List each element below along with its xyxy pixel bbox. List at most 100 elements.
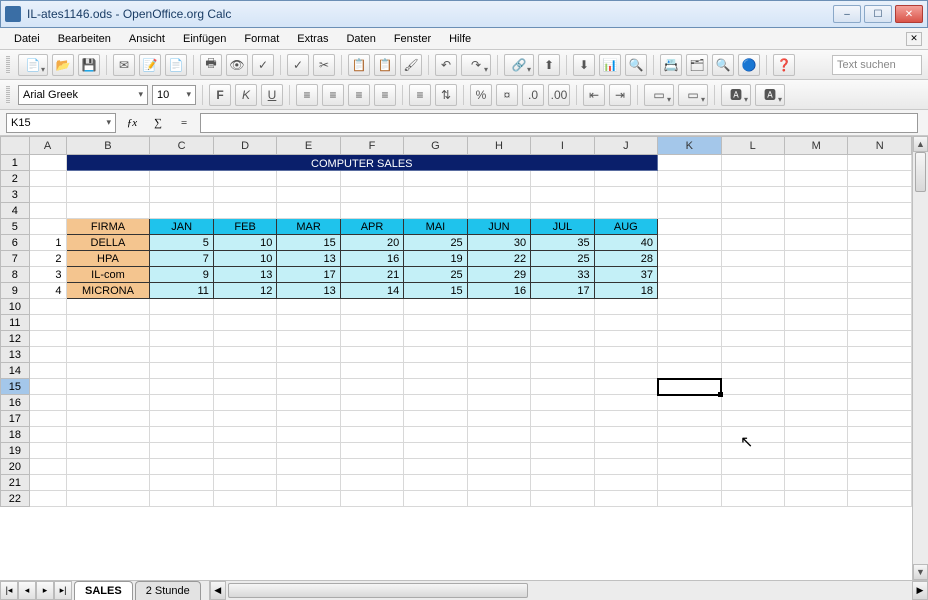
cell[interactable]: JAN [150,219,213,235]
cell[interactable] [213,347,276,363]
cell[interactable] [213,363,276,379]
cell[interactable] [848,379,912,395]
column-header[interactable]: I [531,137,594,155]
cell[interactable] [213,315,276,331]
cell[interactable] [848,155,912,171]
cell[interactable] [404,395,467,411]
cell[interactable] [784,219,847,235]
sheet-tab-2stunde[interactable]: 2 Stunde [135,581,201,600]
cell[interactable] [404,299,467,315]
scroll-down-icon[interactable]: ▼ [913,564,928,580]
cell[interactable] [784,475,847,491]
cell[interactable] [340,379,403,395]
cell[interactable] [658,299,721,315]
cell[interactable] [658,475,721,491]
cell[interactable] [467,171,530,187]
toolbar-button[interactable]: ↶ [435,54,457,76]
toolbar-button[interactable]: 📋 [348,54,370,76]
cell[interactable] [277,171,340,187]
cell[interactable] [594,171,657,187]
cell[interactable] [150,475,213,491]
cell[interactable] [29,155,66,171]
cell[interactable] [848,219,912,235]
cell[interactable] [340,203,403,219]
column-header[interactable]: A [29,137,66,155]
cell[interactable] [340,347,403,363]
cell[interactable] [531,203,594,219]
cell[interactable] [213,443,276,459]
cell[interactable] [340,187,403,203]
cell[interactable] [213,459,276,475]
cell[interactable] [594,491,657,507]
cell[interactable] [277,315,340,331]
italic-button[interactable]: K [235,84,257,106]
cell[interactable] [658,443,721,459]
format-button[interactable]: % [470,84,492,106]
cell[interactable] [150,459,213,475]
format-button[interactable]: 🅰 [721,84,751,106]
cell[interactable] [213,203,276,219]
cell[interactable] [594,379,657,395]
toolbar-button[interactable]: 🖌 [400,54,422,76]
cell[interactable] [150,299,213,315]
cell[interactable] [658,171,721,187]
cell[interactable] [848,267,912,283]
cell[interactable] [784,267,847,283]
row-header[interactable]: 19 [1,443,30,459]
cell[interactable] [29,491,66,507]
cell[interactable] [29,203,66,219]
cell[interactable] [784,379,847,395]
cell[interactable] [594,427,657,443]
cell[interactable] [467,411,530,427]
cell[interactable] [213,299,276,315]
cell[interactable] [848,363,912,379]
cell[interactable] [594,347,657,363]
row-header[interactable]: 2 [1,171,30,187]
row-header[interactable]: 4 [1,203,30,219]
row-header[interactable]: 3 [1,187,30,203]
cell[interactable] [29,219,66,235]
tab-nav-next[interactable]: ▸ [36,581,54,600]
toolbar-button[interactable]: 📂 [52,54,74,76]
cell[interactable]: FIRMA [66,219,150,235]
cell[interactable] [340,443,403,459]
cell[interactable] [467,443,530,459]
cell[interactable] [531,379,594,395]
row-header[interactable]: 17 [1,411,30,427]
column-header[interactable]: B [66,137,150,155]
cell[interactable]: MAR [277,219,340,235]
cell[interactable] [658,427,721,443]
cell[interactable] [277,331,340,347]
document-close-icon[interactable]: ✕ [906,32,922,46]
cell[interactable] [531,427,594,443]
cell[interactable] [277,491,340,507]
cell[interactable] [340,331,403,347]
toolbar-button[interactable]: ✓ [287,54,309,76]
cell[interactable] [340,171,403,187]
cell[interactable] [467,491,530,507]
cell[interactable] [658,203,721,219]
cell[interactable] [848,331,912,347]
cell[interactable] [404,459,467,475]
cell[interactable]: 35 [531,235,594,251]
cell[interactable] [721,491,784,507]
cell[interactable] [277,459,340,475]
cell[interactable] [467,315,530,331]
column-header[interactable]: G [404,137,467,155]
cell[interactable]: 29 [467,267,530,283]
format-button[interactable]: ≡ [409,84,431,106]
cell[interactable] [784,315,847,331]
close-button[interactable]: ✕ [895,5,923,23]
cell[interactable] [848,411,912,427]
cell[interactable] [594,459,657,475]
cell[interactable]: 33 [531,267,594,283]
cell[interactable] [66,203,150,219]
cell[interactable] [658,267,721,283]
toolbar-button[interactable]: ✉ [113,54,135,76]
menu-hilfe[interactable]: Hilfe [441,31,479,47]
scroll-left-icon[interactable]: ◀ [210,581,226,600]
cell[interactable] [848,475,912,491]
cell[interactable] [658,379,721,395]
format-button[interactable]: .0 [522,84,544,106]
cell[interactable] [29,171,66,187]
